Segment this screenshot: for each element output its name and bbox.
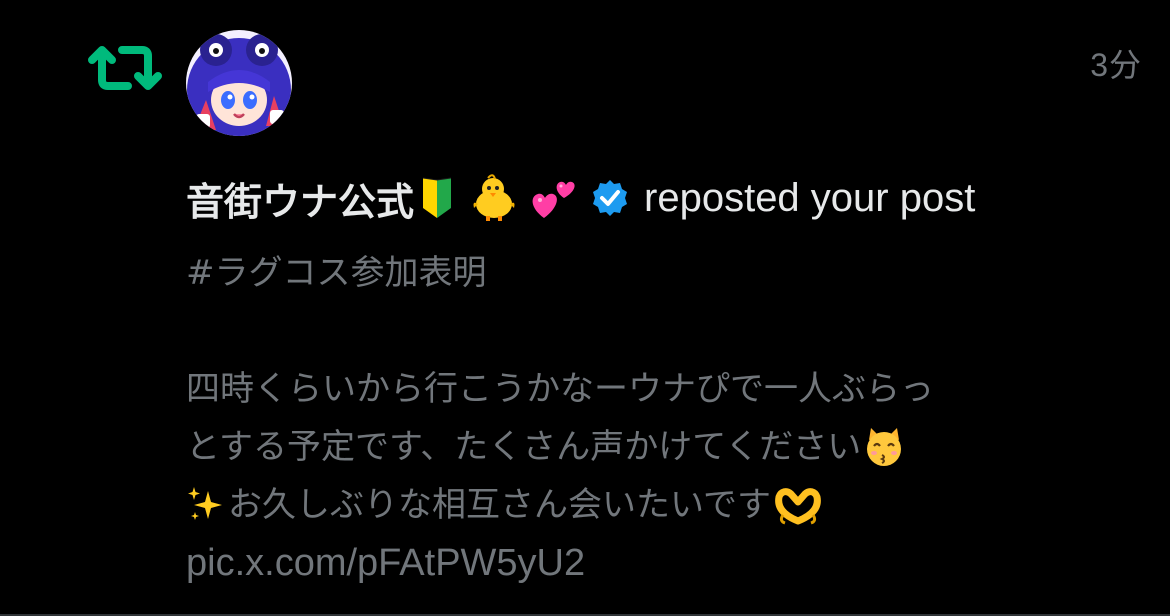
kissing-cat-icon	[863, 426, 905, 468]
sparkles-icon	[186, 485, 226, 525]
notification-headline: 音街ウナ公式 reposted your post	[186, 168, 975, 228]
post-text-line: 四時くらいから行こうかなーウナぴで一人ぶらっ	[186, 360, 1146, 418]
hashtag-link[interactable]: #ラグコス参加表明	[186, 244, 487, 302]
verified-badge-icon[interactable]	[590, 178, 630, 218]
post-text: 四時くらいから行こうかなーウナぴで一人ぶらっ	[186, 369, 934, 409]
display-name[interactable]: 音街ウナ公式	[186, 171, 414, 226]
user-avatar[interactable]	[186, 30, 292, 136]
action-text: reposted your post	[644, 175, 976, 220]
post-text-line: お久しぶりな相互さん会いたいです	[186, 476, 1146, 534]
beginner-badge-icon	[420, 176, 454, 220]
post-text: お久しぶりな相互さん会いたいです	[228, 485, 771, 525]
repost-icon	[88, 42, 162, 94]
hashtag-line: #ラグコス参加表明	[186, 244, 1146, 302]
two-hearts-icon	[528, 174, 578, 222]
chick-icon	[468, 174, 518, 222]
post-text-line: とする予定です、たくさん声かけてください	[186, 418, 1146, 476]
timestamp: 3分	[1090, 47, 1142, 83]
media-link[interactable]: pic.x.com/pFAtPW5yU2	[186, 534, 585, 592]
heart-hands-icon	[773, 485, 823, 525]
repost-notification[interactable]: 3分 音街ウナ公式 reposted your post #ラグコス参加表明 四…	[0, 0, 1170, 616]
link-line: pic.x.com/pFAtPW5yU2	[186, 534, 1146, 592]
post-body[interactable]: #ラグコス参加表明 四時くらいから行こうかなーウナぴで一人ぶらっ とする予定です…	[186, 244, 1146, 592]
post-text: とする予定です、たくさん声かけてください	[186, 427, 862, 467]
